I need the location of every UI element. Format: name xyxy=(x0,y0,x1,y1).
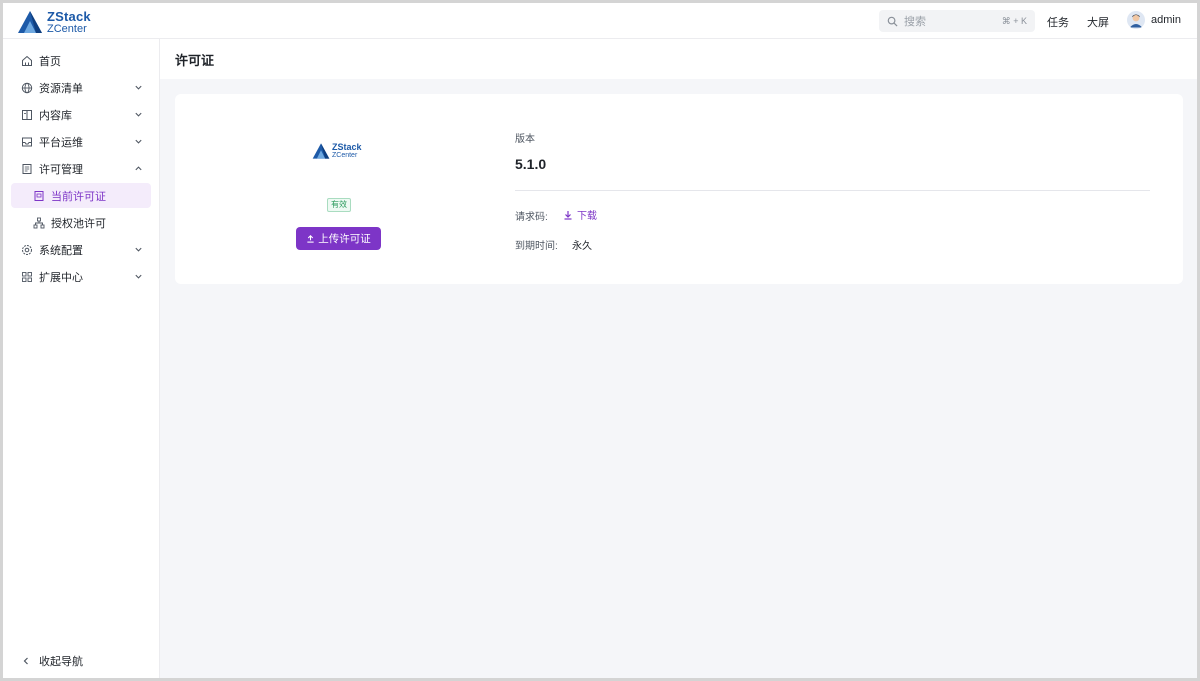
gear-icon xyxy=(22,244,32,255)
sidebar-item-home[interactable]: 首页 xyxy=(11,48,151,73)
sidebar-item-license-mgmt[interactable]: 许可管理 xyxy=(11,156,151,181)
sidebar-item-label: 当前许可证 xyxy=(51,190,106,203)
top-bar: ZStack ZCenter 搜索 ⌘ + K 任务 大屏 admin xyxy=(3,3,1197,39)
username: admin xyxy=(1151,14,1181,26)
document-icon xyxy=(34,190,44,201)
search-shortcut: ⌘ + K xyxy=(1001,15,1027,26)
version-label: 版本 xyxy=(515,134,535,145)
globe-icon xyxy=(21,82,33,93)
logo-subtitle: ZCenter xyxy=(47,22,87,35)
sidebar-item-content-library[interactable]: 内容库 xyxy=(11,102,151,127)
sidebar-item-label: 资源清单 xyxy=(39,82,83,95)
app-logo[interactable]: ZStack ZCenter xyxy=(17,8,107,36)
home-icon xyxy=(22,55,32,66)
avatar xyxy=(1127,11,1145,29)
download-icon xyxy=(564,210,572,220)
product-logo-title: ZStack xyxy=(332,142,362,152)
chevron-down-icon xyxy=(135,274,142,279)
sidebar-item-system-config[interactable]: 系统配置 xyxy=(11,237,151,262)
search-input[interactable]: 搜索 xyxy=(904,13,1002,29)
zstack-logo-icon xyxy=(312,143,330,159)
sidebar-item-pool-license[interactable]: 授权池许可 xyxy=(11,210,151,235)
page-title: 许可证 xyxy=(175,52,215,68)
sidebar: 首页 资源清单 内容库 平台运维 许可管理 当前许可证 授权池许可 系统配置 扩… xyxy=(3,39,160,678)
grid-icon xyxy=(22,271,32,282)
logo-title: ZStack xyxy=(47,8,91,24)
sidebar-item-current-license[interactable]: 当前许可证 xyxy=(11,183,151,208)
product-logo: ZStack ZCenter xyxy=(312,142,362,160)
version-value: 5.1.0 xyxy=(515,156,547,172)
sidebar-item-extensions[interactable]: 扩展中心 xyxy=(11,264,151,289)
upload-icon xyxy=(307,235,314,243)
chevron-down-icon xyxy=(135,112,142,117)
search-icon xyxy=(887,16,898,27)
search-box[interactable]: 搜索 ⌘ + K xyxy=(879,10,1035,32)
divider xyxy=(515,190,1150,191)
chevron-down-icon xyxy=(135,85,142,90)
sidebar-item-label: 平台运维 xyxy=(39,136,83,149)
user-avatar-icon xyxy=(1127,11,1145,29)
status-badge: 有效 xyxy=(327,198,351,212)
user-menu[interactable]: admin xyxy=(1127,11,1181,29)
sidebar-item-label: 系统配置 xyxy=(39,244,83,257)
download-request-code-link[interactable]: 下载 xyxy=(563,207,597,222)
chevron-left-icon xyxy=(23,657,28,665)
tasks-link[interactable]: 任务 xyxy=(1047,14,1069,30)
expiry-value: 永久 xyxy=(572,241,592,252)
request-code-label: 请求码: xyxy=(515,212,548,223)
upload-license-label: 上传许可证 xyxy=(318,233,371,245)
sidebar-item-label: 许可管理 xyxy=(39,163,83,176)
network-icon xyxy=(33,217,45,228)
app-window: ZStack ZCenter 搜索 ⌘ + K 任务 大屏 admin 首页 资… xyxy=(0,0,1200,681)
book-icon xyxy=(22,109,32,120)
sidebar-item-label: 内容库 xyxy=(39,109,72,122)
main-content: 许可证 ZStack ZCenter 有效 上传许可证 版本 5.1.0 请求码… xyxy=(160,39,1197,678)
chevron-down-icon xyxy=(135,139,142,144)
bigscreen-link[interactable]: 大屏 xyxy=(1087,14,1109,30)
page-header: 许可证 xyxy=(160,39,1197,79)
chevron-up-icon xyxy=(135,166,142,171)
license-icon xyxy=(22,163,32,174)
expiry-label: 到期时间: xyxy=(515,241,558,252)
download-label: 下载 xyxy=(577,211,597,222)
license-card: ZStack ZCenter 有效 上传许可证 版本 5.1.0 请求码: 下载… xyxy=(175,94,1183,284)
sidebar-item-resources[interactable]: 资源清单 xyxy=(11,75,151,100)
chevron-down-icon xyxy=(135,247,142,252)
sidebar-item-label: 首页 xyxy=(39,55,61,68)
sidebar-item-platform-ops[interactable]: 平台运维 xyxy=(11,129,151,154)
sidebar-item-label: 扩展中心 xyxy=(39,271,83,284)
inbox-icon xyxy=(22,137,32,146)
collapse-nav-button[interactable]: 收起导航 xyxy=(21,653,83,669)
product-logo-subtitle: ZCenter xyxy=(332,152,358,159)
sidebar-item-label: 授权池许可 xyxy=(51,217,106,230)
collapse-nav-label: 收起导航 xyxy=(39,656,83,668)
zstack-logo-icon xyxy=(18,11,42,33)
upload-license-button[interactable]: 上传许可证 xyxy=(296,227,381,250)
